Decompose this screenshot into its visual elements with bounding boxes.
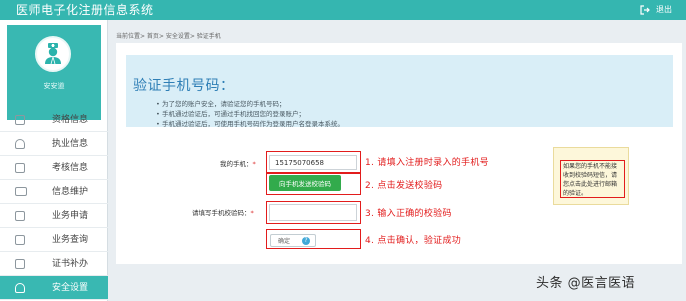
- checklist-icon: [15, 163, 25, 173]
- user-name: 安安道: [43, 82, 65, 90]
- sidebar-item-certificate[interactable]: 证书补办: [0, 252, 108, 276]
- phone-label-text: 我的手机：: [220, 160, 253, 168]
- logout-button[interactable]: 退出: [640, 3, 672, 17]
- step-1-annotation: 1. 请填入注册时录入的手机号: [365, 158, 489, 168]
- headset-icon: [15, 139, 25, 149]
- sidebar-item-assessment[interactable]: 考核信息: [0, 156, 108, 180]
- phone-input[interactable]: [269, 155, 357, 170]
- breadcrumb: 当前位置> 首页> 安全设置> 验证手机: [116, 33, 221, 40]
- code-label: 请填写手机校验码：*: [192, 207, 254, 217]
- sidebar: 安安道 资格信息 执业信息 考核信息 信息维护 业务申请 业务查询 证书补办 安…: [0, 20, 108, 301]
- verification-code-input[interactable]: [269, 204, 357, 221]
- sidebar-item-label: 信息维护: [52, 187, 89, 197]
- step-4-annotation: 4. 点击确认，验证成功: [365, 236, 462, 246]
- watermark: 头条 @医言医语: [536, 276, 636, 291]
- code-label-text: 请填写手机校验码：: [192, 209, 251, 217]
- avatar: [35, 36, 71, 72]
- edit-icon: [15, 211, 25, 221]
- step-2-annotation: 2. 点击发送校验码: [365, 181, 443, 191]
- required-mark: *: [250, 209, 254, 217]
- sidebar-item-label: 安全设置: [52, 283, 89, 293]
- sidebar-item-label: 资格信息: [52, 115, 89, 125]
- document-icon: [15, 115, 25, 125]
- main-panel: 验证手机号码： 为了您的账户安全，请验证您的手机号码； 手机通过验证后，可通过手…: [116, 43, 682, 264]
- confirm-button[interactable]: 确定 ?: [270, 234, 316, 247]
- send-code-button[interactable]: 向手机发送校验码: [269, 175, 341, 191]
- confirm-label: 确定: [278, 238, 291, 245]
- list-item: 为了您的账户安全，请验证您的手机号码；: [156, 99, 344, 109]
- info-box: 验证手机号码： 为了您的账户安全，请验证您的手机号码； 手机通过验证后，可通过手…: [126, 55, 673, 129]
- sidebar-item-label: 业务查询: [52, 235, 89, 245]
- sidebar-item-practice[interactable]: 执业信息: [0, 132, 108, 156]
- help-icon: ?: [302, 237, 310, 245]
- doctor-avatar-icon: [45, 43, 61, 65]
- info-list: 为了您的账户安全，请验证您的手机号码； 手机通过验证后，可通过手机找回您的登录账…: [156, 99, 344, 129]
- email-verification-notice: 如果您的手机不能接收到校验码短信，请您点击此处进行邮箱的验证。: [553, 147, 629, 205]
- logout-icon: [640, 5, 650, 15]
- logout-label: 退出: [656, 5, 672, 14]
- sidebar-item-application[interactable]: 业务申请: [0, 204, 108, 228]
- step-3-annotation: 3. 输入正确的校验码: [365, 209, 452, 219]
- required-mark: *: [252, 160, 256, 168]
- page-title: 验证手机号码：: [133, 78, 235, 94]
- email-verification-link[interactable]: 如果您的手机不能接收到校验码短信，请您点击此处进行邮箱的验证。: [560, 160, 625, 198]
- sidebar-item-query[interactable]: 业务查询: [0, 228, 108, 252]
- sidebar-item-label: 业务申请: [52, 211, 89, 221]
- user-lock-icon: [15, 283, 25, 293]
- list-item: 手机通过验证后，可通过手机找回您的登录账户；: [156, 109, 344, 119]
- app-title: 医师电子化注册信息系统: [16, 3, 154, 17]
- sidebar-item-label: 考核信息: [52, 163, 89, 173]
- sidebar-item-label: 执业信息: [52, 139, 89, 149]
- id-card-icon: [15, 187, 27, 196]
- sidebar-item-security[interactable]: 安全设置: [0, 276, 108, 300]
- sidebar-item-label: 证书补办: [52, 259, 89, 269]
- sidebar-menu: 资格信息 执业信息 考核信息 信息维护 业务申请 业务查询 证书补办 安全设置: [0, 108, 108, 300]
- sidebar-item-qualification[interactable]: 资格信息: [0, 108, 108, 132]
- phone-label: 我的手机：*: [220, 158, 256, 168]
- top-bar: 医师电子化注册信息系统 退出: [0, 0, 686, 20]
- user-panel: 安安道: [7, 25, 101, 120]
- sidebar-item-maintenance[interactable]: 信息维护: [0, 180, 108, 204]
- certificate-icon: [15, 259, 25, 269]
- list-item: 手机通过验证后，可使用手机号码作为登录用户名登录本系统。: [156, 119, 344, 129]
- search-doc-icon: [15, 235, 25, 245]
